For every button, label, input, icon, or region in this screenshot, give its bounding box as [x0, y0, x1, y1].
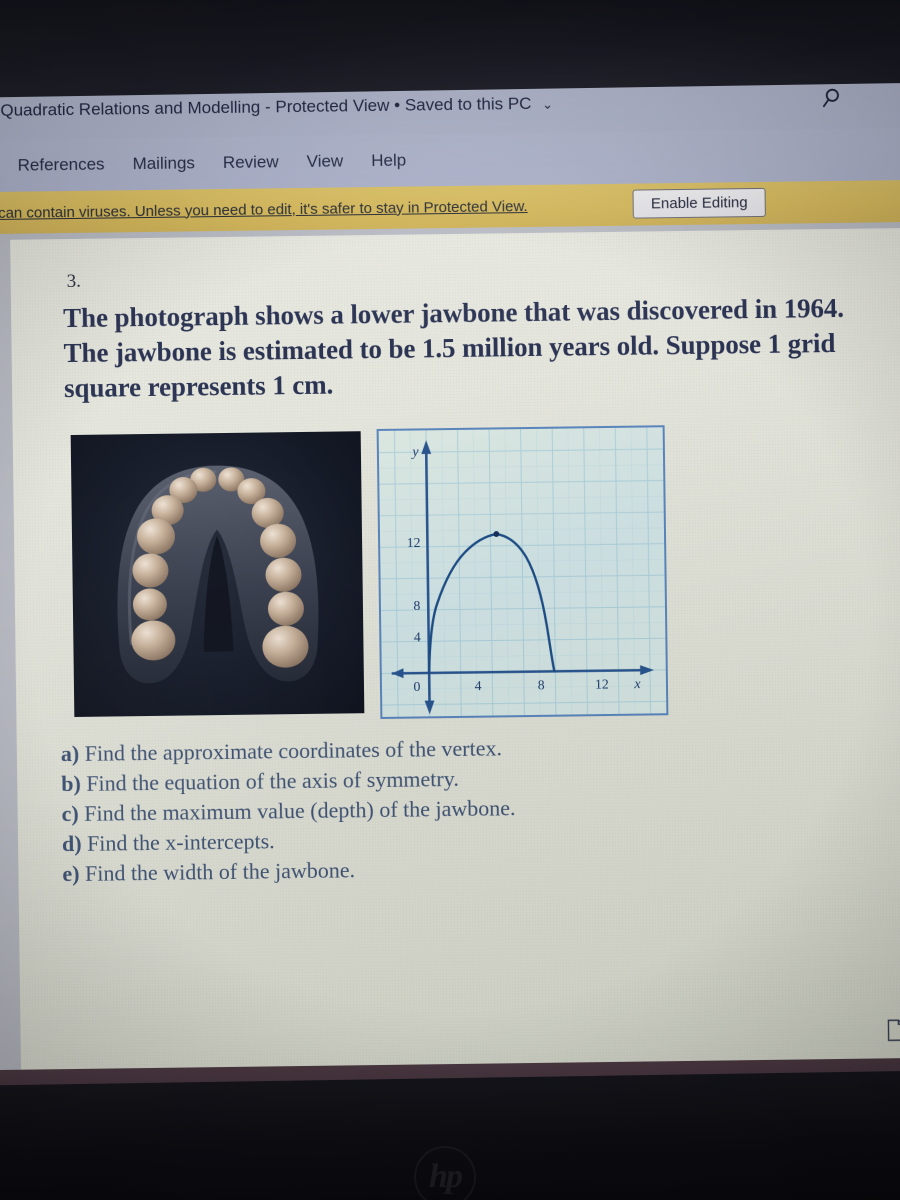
parabola-graph: 12 8 4 y x 0 4 8 12 — [376, 425, 669, 719]
question-number: 3. — [66, 270, 82, 293]
protected-view-message: t can contain viruses. Unless you need t… — [0, 197, 528, 222]
part-c-label: c) — [61, 800, 79, 826]
svg-text:12: 12 — [595, 676, 609, 691]
part-a-text: Find the approximate coordinates of the … — [84, 735, 503, 766]
svg-text:4: 4 — [414, 629, 421, 644]
part-d-text: Find the x-intercepts. — [86, 828, 275, 856]
laptop-bezel-top — [0, 0, 900, 98]
svg-text:x: x — [633, 676, 641, 691]
enable-editing-button[interactable]: Enable Editing — [632, 187, 766, 219]
part-a-label: a) — [60, 740, 80, 767]
vertex-marker — [493, 531, 500, 537]
save-state-label: Saved to this PC — [404, 93, 532, 115]
part-c-text: Find the maximum value (depth) of the ja… — [84, 795, 516, 826]
ribbon-tab-review[interactable]: Review — [209, 148, 293, 177]
window-title-text: Quadratic Relations and Modelling - Prot… — [0, 95, 390, 120]
ribbon-tab-view[interactable]: View — [292, 147, 357, 176]
ribbon-tab-mailings[interactable]: Mailings — [118, 149, 209, 178]
ribbon-tab-help[interactable]: Help — [357, 146, 420, 175]
search-icon[interactable] — [818, 85, 844, 111]
question-parts-list: a) Find the approximate coordinates of t… — [61, 729, 823, 888]
part-b-text: Find the equation of the axis of symmetr… — [86, 765, 459, 796]
question-prompt: The photograph shows a lower jawbone tha… — [62, 292, 845, 404]
window-title: Quadratic Relations and Modelling - Prot… — [0, 94, 553, 121]
svg-text:8: 8 — [413, 598, 420, 613]
x-tick-labels: 0 4 8 12 — [413, 676, 609, 694]
chevron-down-icon[interactable]: ⌄ — [542, 97, 553, 112]
screen-content: Quadratic Relations and Modelling - Prot… — [0, 69, 900, 1136]
hp-logo: hp — [414, 1146, 476, 1200]
svg-text:4: 4 — [475, 678, 482, 693]
part-b-label: b) — [61, 770, 81, 797]
jawbone-illustration — [117, 465, 319, 684]
y-tick-labels: 12 8 4 — [407, 535, 421, 645]
part-d-label: d) — [61, 830, 82, 856]
title-separator: • — [394, 95, 401, 115]
svg-text:12: 12 — [407, 535, 421, 550]
document-canvas[interactable]: 3. The photograph shows a lower jawbone … — [0, 221, 900, 1071]
document-page: 3. The photograph shows a lower jawbone … — [10, 227, 900, 1070]
svg-text:8: 8 — [538, 677, 545, 692]
laptop-screen-photo: Quadratic Relations and Modelling - Prot… — [0, 0, 900, 1200]
ribbon-tab-references[interactable]: References — [3, 150, 118, 180]
page-layout-icon[interactable] — [884, 1018, 900, 1042]
part-e-label: e) — [62, 860, 80, 886]
jawbone-photograph — [70, 431, 365, 717]
part-e-text: Find the width of the jawbone. — [84, 856, 356, 886]
parabola-chart: 12 8 4 y x 0 4 8 12 — [378, 427, 667, 717]
svg-text:0: 0 — [413, 679, 420, 694]
svg-text:y: y — [410, 444, 419, 459]
